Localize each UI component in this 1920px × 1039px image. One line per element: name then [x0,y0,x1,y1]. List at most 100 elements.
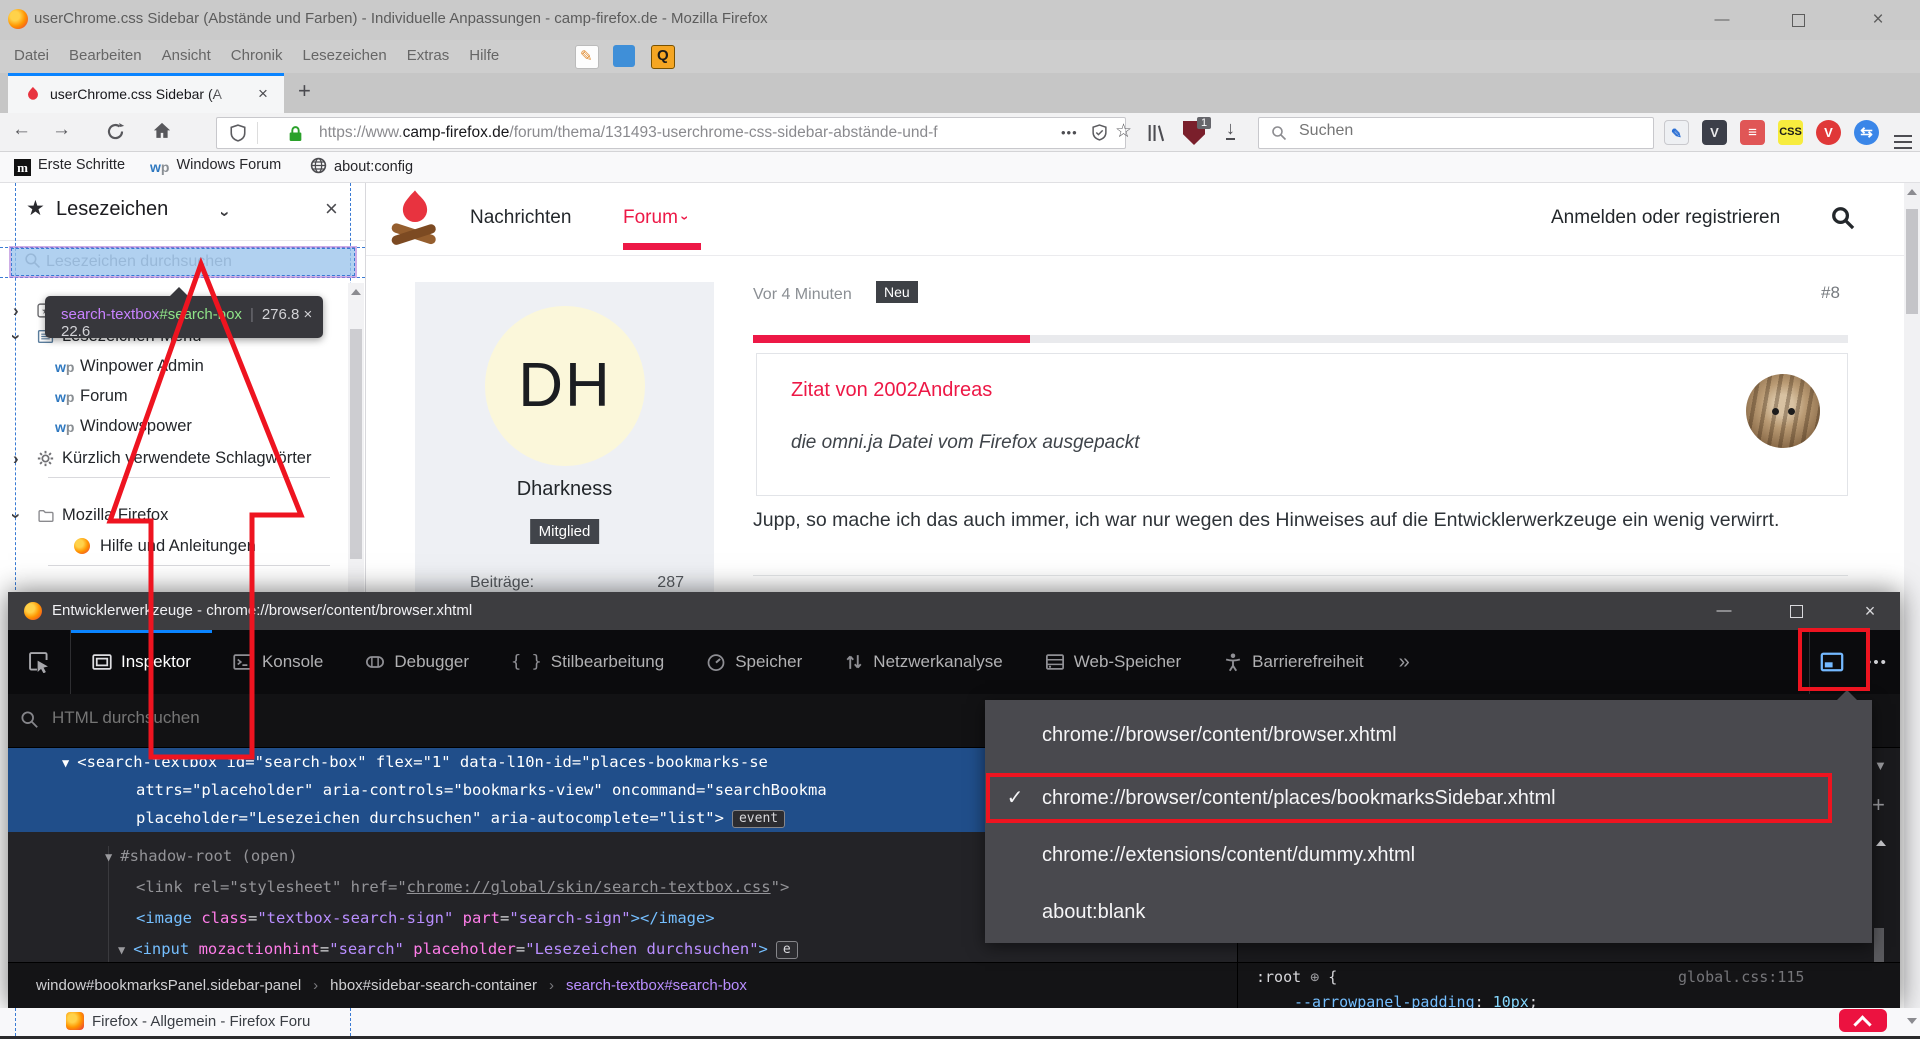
devtools-tab-konsole[interactable]: Konsole [212,630,344,694]
ext-sync-icon[interactable]: ⇆ [1854,120,1879,145]
library-icon[interactable] [1146,123,1168,143]
ext-scroll-icon[interactable]: ≡ [1740,120,1765,145]
expand-arrow-icon[interactable]: ▼ [105,850,120,864]
post-timestamp[interactable]: Vor 4 Minuten [753,286,852,304]
sidebar-item-hilfe-und-anleitungen[interactable]: Hilfe und Anleitungen [0,535,348,561]
bookmark-2[interactable]: wpWindows Forum [150,157,281,176]
page-scrollbar[interactable] [1904,183,1920,1039]
quote-title-link[interactable]: Zitat von 2002Andreas [791,379,992,402]
rules-filter-chevron-icon[interactable]: ▼ [1874,758,1887,773]
dropdown-item-1[interactable]: chrome://browser/content/browser.xhtml [985,710,1872,760]
add-rule-icon[interactable]: + [1872,792,1885,818]
scroll-to-top-button[interactable] [1839,1009,1887,1032]
menu-item-lesezeichen[interactable]: Lesezeichen [292,40,396,64]
devtools-tab-speicher[interactable]: Speicher [685,630,823,694]
member-avatar[interactable]: DH [485,306,645,466]
devtools-tab-stilbearbeitung[interactable]: { }Stilbearbeitung [490,630,685,694]
sidebar-item-forum[interactable]: wpForum [0,385,348,411]
forum-search-icon[interactable] [1830,205,1856,231]
html-search-input[interactable] [50,707,654,729]
lock-secure-icon[interactable] [287,125,304,142]
sidebar-switcher-chevron-icon[interactable]: › [215,211,235,217]
menu-item-chronik[interactable]: Chronik [221,40,293,64]
bookmark-3[interactable]: about:config [310,157,413,178]
dropdown-item-4[interactable]: about:blank [985,887,1872,937]
debugger-icon [365,652,385,672]
menu-item-bearbeiten[interactable]: Bearbeiten [59,40,152,64]
ext-v-red-icon[interactable]: V [1816,120,1841,145]
devtools-tab-barrierefreiheit[interactable]: Barrierefreiheit [1202,630,1385,694]
expand-arrow-icon[interactable]: ▼ [118,943,133,957]
tree-chevron-icon[interactable]: › [13,301,19,321]
window-close-button[interactable]: × [1856,8,1900,32]
ext-css-icon[interactable]: CSS [1778,120,1803,145]
window-maximize-button[interactable] [1776,8,1820,32]
dropdown-item-2[interactable]: ✓chrome://browser/content/places/bookmar… [985,773,1872,823]
hamburger-menu-icon[interactable] [1894,124,1912,142]
permissions-shield-icon[interactable] [1091,124,1108,141]
devtools-menu-icon[interactable]: ••• [1854,654,1900,671]
tracking-shield-icon[interactable] [229,124,247,142]
search-addon-icon[interactable]: Q [651,45,675,69]
tree-chevron-icon[interactable]: › [6,334,26,340]
event-badge[interactable]: e [776,941,798,959]
tab-userchrome[interactable]: userChrome.css Sidebar (A × [8,73,284,113]
bookmark-star-icon[interactable]: ☆ [1115,120,1132,143]
bookmark-1[interactable]: mErste Schritte [14,157,125,176]
devtools-minimize-button[interactable]: — [1704,599,1744,623]
devtools-tab-netzwerkanalyse[interactable]: Netzwerkanalyse [823,630,1023,694]
nav-forum[interactable]: Forum › [623,207,688,229]
download-icon[interactable]: ↓ [1226,118,1235,140]
tab-overflow-chevrons-icon[interactable]: » [1385,630,1424,694]
sidebar-item-mozilla-firefox[interactable]: ›Mozilla Firefox [0,504,348,530]
inspector-icon [92,652,112,672]
menu-item-datei[interactable]: Datei [4,40,59,64]
home-icon[interactable] [152,121,172,141]
tree-chevron-icon[interactable]: › [6,513,26,519]
nav-messages[interactable]: Nachrichten [470,207,571,229]
ext-v-dark-icon[interactable]: V [1702,120,1727,145]
expand-arrow-icon[interactable]: ▼ [62,756,77,770]
reload-icon[interactable] [106,122,125,141]
folder-addon-icon[interactable] [613,45,635,67]
back-icon[interactable]: ← [12,119,31,141]
notes-addon-icon[interactable]: ✎ [575,45,599,69]
devtools-maximize-button[interactable] [1776,599,1816,623]
breadcrumb-item-1[interactable]: window#bookmarksPanel.sidebar-panel [36,977,301,994]
member-name[interactable]: Dharkness [415,478,714,501]
tab-close-icon[interactable]: × [258,84,268,104]
menu-item-extras[interactable]: Extras [397,40,460,64]
element-picker-icon[interactable] [8,630,71,694]
menu-item-ansicht[interactable]: Ansicht [152,40,221,64]
dropdown-item-3[interactable]: chrome://extensions/content/dummy.xhtml [985,830,1872,880]
devtools-tab-debugger[interactable]: Debugger [344,630,490,694]
sidebar-item-windowspower[interactable]: wpWindowspower [0,415,348,441]
devtools-tab-inspektor[interactable]: Inspektor [71,630,212,694]
devtools-close-button[interactable]: × [1850,599,1890,623]
rule-source-link[interactable]: global.css:115 [1678,968,1804,986]
page-actions-icon[interactable]: ••• [1061,125,1078,140]
tree-chevron-icon[interactable]: › [13,449,19,469]
footer-breadcrumb-link[interactable]: Firefox - Allgemein - Firefox Foru [92,1013,348,1030]
breadcrumb-item-3[interactable]: search-textbox#search-box [566,977,747,994]
post-number[interactable]: #8 [1821,283,1840,303]
breadcrumb-item-2[interactable]: hbox#sidebar-search-container [330,977,537,994]
new-tab-button[interactable]: + [298,78,311,104]
window-minimize-button[interactable]: — [1700,8,1744,32]
forward-icon[interactable]: → [52,119,71,141]
event-badge[interactable]: event [732,810,785,828]
sidebar-item-winpower-admin[interactable]: wpWinpower Admin [0,355,348,381]
devtools-tab-web-speicher[interactable]: Web-Speicher [1024,630,1202,694]
menu-item-hilfe[interactable]: Hilfe [459,40,509,64]
ext-quill-icon[interactable]: ✎ [1664,120,1689,145]
sidebar-title[interactable]: Lesezeichen [56,198,168,221]
iframe-picker-button[interactable] [1809,630,1854,694]
quote-author-avatar[interactable] [1746,374,1820,448]
login-link[interactable]: Anmelden oder registrieren [1551,207,1780,229]
search-bar[interactable] [1258,117,1654,149]
url-bar[interactable]: https://www.camp-firefox.de/forum/thema/… [216,117,1126,149]
sidebar-close-icon[interactable]: × [325,196,338,222]
sidebar-item-k-rzlich-verwendete-schlagw-rter[interactable]: ›Kürzlich verwendete Schlagwörter [0,447,348,473]
search-input[interactable] [1297,121,1631,141]
rule-selector[interactable]: :root ⊕ { [1256,968,1337,986]
